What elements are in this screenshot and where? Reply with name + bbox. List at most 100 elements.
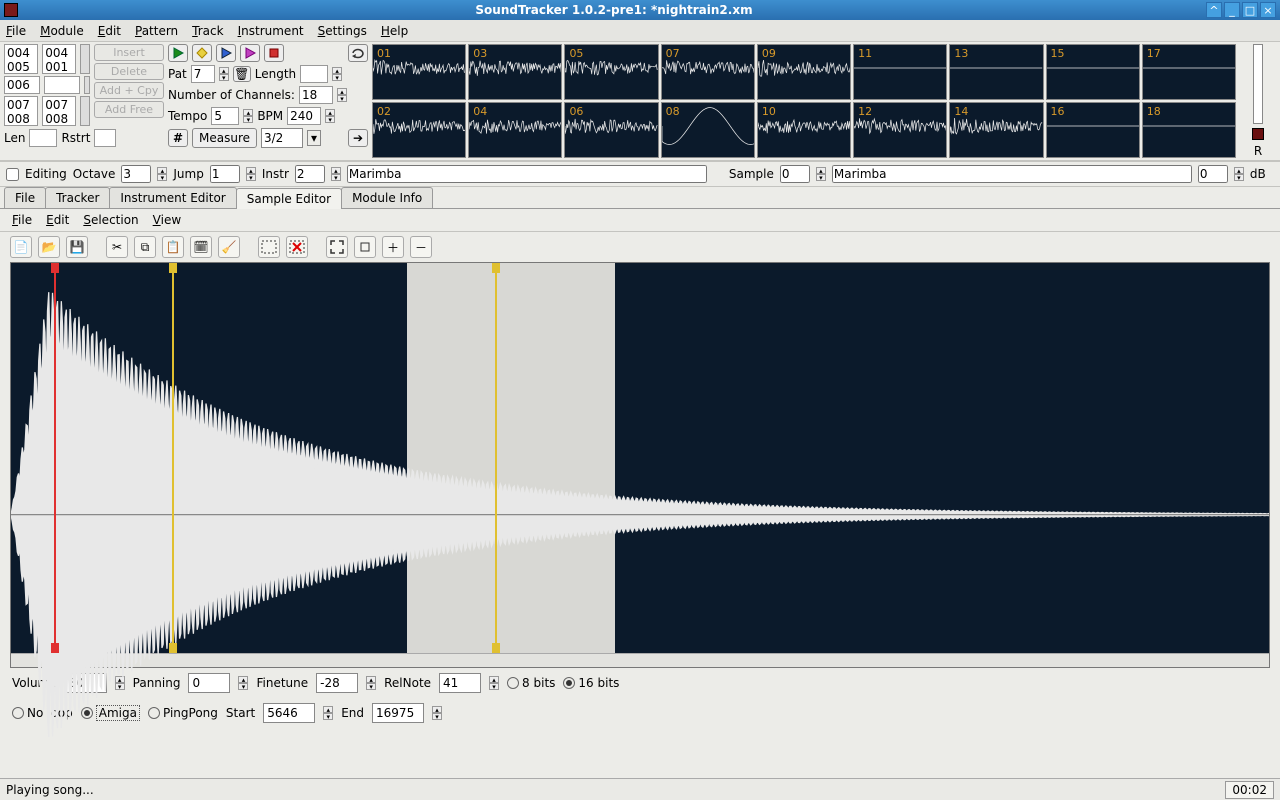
menu-instrument[interactable]: Instrument [238, 24, 304, 38]
menu-track[interactable]: Track [192, 24, 223, 38]
measure-button[interactable]: Measure [192, 128, 257, 148]
play-cursor-button[interactable] [216, 44, 236, 62]
scope-10[interactable]: 10 [757, 102, 851, 158]
rollup-button[interactable]: ^ [1206, 2, 1222, 18]
trash-button[interactable]: 🗑 [233, 66, 251, 82]
scope-07[interactable]: 07 [661, 44, 755, 100]
paste-icon[interactable]: 📋 [162, 236, 184, 258]
stop-button[interactable] [264, 44, 284, 62]
order-cur-pos[interactable] [4, 76, 40, 94]
loop-end-marker[interactable] [495, 263, 497, 653]
play-cursor-handle[interactable] [51, 263, 59, 273]
jump-input[interactable] [210, 165, 240, 183]
tempo-input[interactable] [211, 107, 239, 125]
octave-input[interactable] [121, 165, 151, 183]
record-button[interactable] [240, 44, 260, 62]
minimize-button[interactable]: _ [1224, 2, 1240, 18]
save-icon[interactable]: 💾 [66, 236, 88, 258]
scope-17[interactable]: 17 [1142, 44, 1236, 100]
loop-button[interactable] [348, 44, 368, 62]
se-menu-view[interactable]: View [153, 213, 181, 227]
zoom-sel-icon[interactable] [354, 236, 376, 258]
scope-09[interactable]: 09 [757, 44, 851, 100]
scope-13[interactable]: 13 [949, 44, 1043, 100]
play-cursor[interactable] [54, 263, 56, 653]
pat-label: Pat [168, 67, 187, 81]
properties-icon[interactable]: 🗓 [190, 236, 212, 258]
scope-08[interactable]: 08 [661, 102, 755, 158]
scope-16[interactable]: 16 [1046, 102, 1140, 158]
play-button[interactable] [168, 44, 188, 62]
delete-button[interactable]: Delete [94, 63, 164, 80]
new-icon[interactable]: 📄 [10, 236, 32, 258]
cut-icon[interactable]: ✂ [106, 236, 128, 258]
tab-sample-editor[interactable]: Sample Editor [236, 188, 342, 209]
menu-pattern[interactable]: Pattern [135, 24, 178, 38]
addcpy-button[interactable]: Add + Cpy [94, 82, 164, 99]
select-all-icon[interactable] [258, 236, 280, 258]
menu-help[interactable]: Help [381, 24, 408, 38]
open-icon[interactable]: 📂 [38, 236, 60, 258]
tab-module-info[interactable]: Module Info [341, 187, 433, 208]
order-scroll[interactable] [80, 44, 90, 74]
loop-end-handle[interactable] [492, 643, 500, 653]
db-input[interactable] [1198, 165, 1228, 183]
scope-15[interactable]: 15 [1046, 44, 1140, 100]
len-input[interactable] [29, 129, 57, 147]
scope-06[interactable]: 06 [564, 102, 658, 158]
scope-02[interactable]: 02 [372, 102, 466, 158]
select-none-icon[interactable] [286, 236, 308, 258]
scope-18[interactable]: 18 [1142, 102, 1236, 158]
zoom-out-icon[interactable]: － [410, 236, 432, 258]
scope-14[interactable]: 14 [949, 102, 1043, 158]
tab-instrument-editor[interactable]: Instrument Editor [109, 187, 236, 208]
pat-input[interactable] [191, 65, 215, 83]
editing-checkbox[interactable] [6, 168, 19, 181]
loop-start-marker[interactable] [172, 263, 174, 653]
loop-end-handle[interactable] [492, 263, 500, 273]
zoom-fit-icon[interactable] [326, 236, 348, 258]
scope-11[interactable]: 11 [853, 44, 947, 100]
tab-file[interactable]: File [4, 187, 46, 208]
copy-icon[interactable]: ⧉ [134, 236, 156, 258]
play-cursor-handle[interactable] [51, 643, 59, 653]
order-scroll[interactable] [80, 96, 90, 126]
menu-edit[interactable]: Edit [98, 24, 121, 38]
bpm-input[interactable] [287, 107, 321, 125]
sample-input[interactable] [780, 165, 810, 183]
go-button[interactable]: ➔ [348, 129, 368, 147]
menu-module[interactable]: Module [40, 24, 84, 38]
loop-start-handle[interactable] [169, 643, 177, 653]
insert-button[interactable]: Insert [94, 44, 164, 61]
scope-01[interactable]: 01 [372, 44, 466, 100]
sharp-button[interactable]: # [168, 129, 188, 147]
tab-tracker[interactable]: Tracker [45, 187, 110, 208]
order-scroll[interactable] [84, 76, 90, 94]
order-cur-pat[interactable] [44, 76, 80, 94]
scope-12[interactable]: 12 [853, 102, 947, 158]
loop-start-handle[interactable] [169, 263, 177, 273]
measure-input[interactable] [261, 128, 303, 148]
length-input[interactable] [300, 65, 328, 83]
play-pattern-button[interactable] [192, 44, 212, 62]
se-menu-file[interactable]: File [12, 213, 32, 227]
numch-input[interactable] [299, 86, 333, 104]
close-button[interactable]: × [1260, 2, 1276, 18]
scope-05[interactable]: 05 [564, 44, 658, 100]
instr-name-input[interactable] [347, 165, 707, 183]
sample-name-input[interactable] [832, 165, 1192, 183]
scope-03[interactable]: 03 [468, 44, 562, 100]
measure-dropdown[interactable]: ▾ [307, 130, 321, 146]
instr-input[interactable] [295, 165, 325, 183]
menu-file[interactable]: File [6, 24, 26, 38]
se-menu-selection[interactable]: Selection [83, 213, 138, 227]
clear-icon[interactable]: 🧹 [218, 236, 240, 258]
top-panel: 004 005 004 001 007 008 007 008 [0, 42, 1280, 161]
menu-settings[interactable]: Settings [318, 24, 367, 38]
waveform-display[interactable] [11, 263, 1269, 653]
maximize-button[interactable]: □ [1242, 2, 1258, 18]
zoom-in-icon[interactable]: ＋ [382, 236, 404, 258]
se-menu-edit[interactable]: Edit [46, 213, 69, 227]
scope-04[interactable]: 04 [468, 102, 562, 158]
addfree-button[interactable]: Add Free [94, 101, 164, 118]
